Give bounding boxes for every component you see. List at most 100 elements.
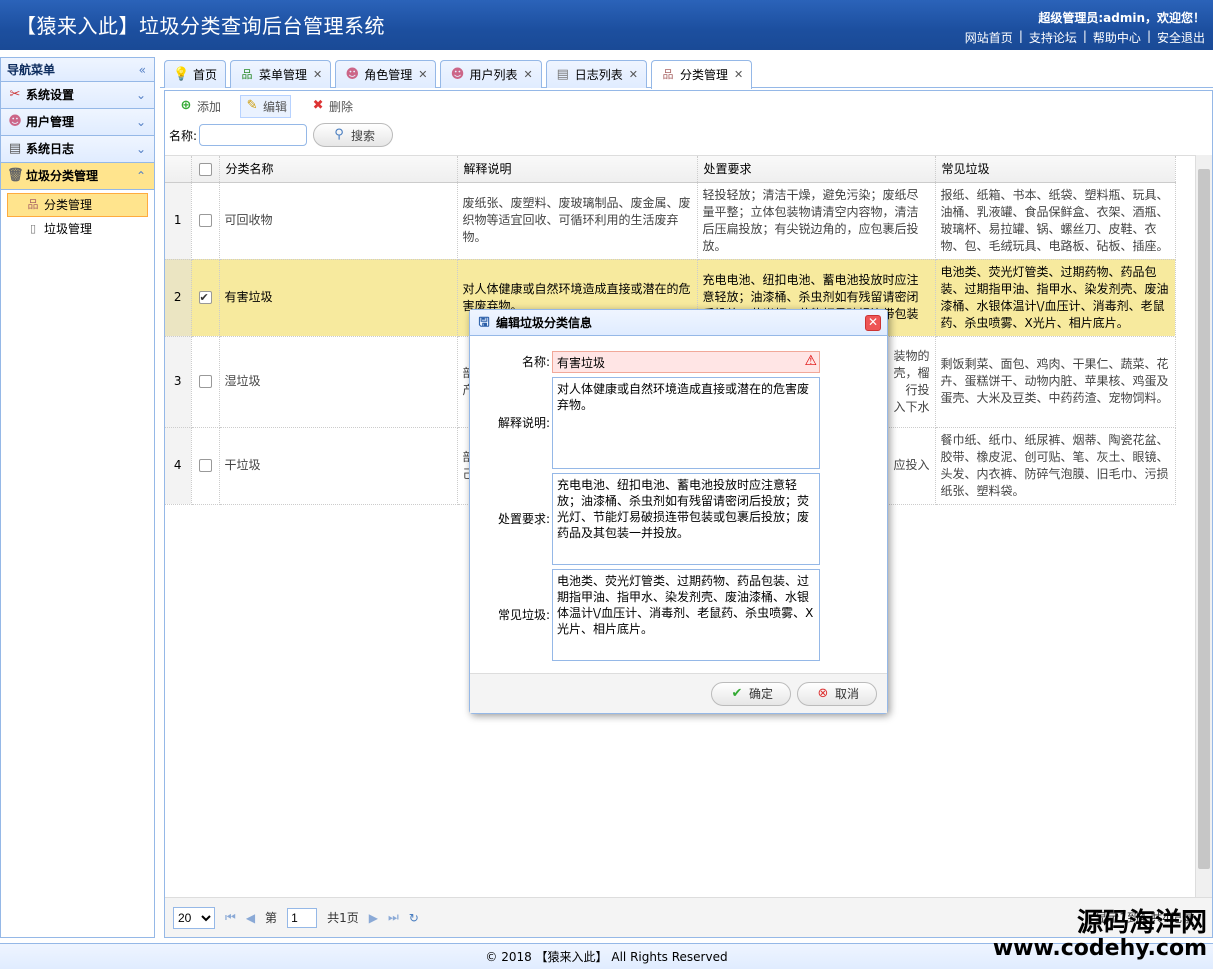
name-field[interactable]: 有害垃圾 ⚠ (552, 351, 820, 373)
total-pages: 共1页 (327, 911, 359, 925)
pencil-icon: ✎ (246, 98, 258, 113)
close-icon[interactable]: ✕ (313, 62, 322, 88)
cell-common: 餐巾纸、纸巾、纸尿裤、烟蒂、陶瓷花盆、胶带、橡皮泥、创可贴、笔、灰土、眼镜、头发… (935, 427, 1176, 505)
link-help[interactable]: 帮助中心 (1093, 29, 1141, 46)
search-button-label: 搜索 (351, 128, 376, 143)
app-title: 【猿来入此】垃圾分类查询后台管理系统 (16, 14, 385, 38)
tab-menu[interactable]: 品菜单管理 ✕ (230, 60, 332, 88)
watermark-line2: www.codehy.com (992, 936, 1207, 961)
req-label: 处置要求: (497, 512, 550, 526)
sidebar-section-label: 垃圾分类管理 (26, 169, 99, 183)
sidebar-section-logs[interactable]: ▤ 系统日志 ⌄ (1, 136, 154, 163)
tab-home[interactable]: 💡 首页 (164, 60, 227, 88)
row-number: 3 (165, 336, 192, 428)
close-icon[interactable]: ✕ (524, 62, 533, 88)
collapse-left-icon[interactable]: « (139, 58, 146, 82)
row-checkbox[interactable] (198, 214, 212, 227)
row-checkbox-cell (191, 427, 220, 505)
edit-button[interactable]: ✎ 编辑 (240, 94, 292, 118)
dialog-titlebar: 🖫 编辑垃圾分类信息 ✕ (470, 310, 887, 336)
cancel-icon: ⊗ (817, 685, 829, 701)
vertical-scrollbar[interactable] (1195, 155, 1212, 897)
sidebar-item-garbage[interactable]: ▯ 垃圾管理 (1, 217, 154, 241)
tab-label: 日志列表 (574, 67, 623, 82)
next-page-icon[interactable]: ▶ (369, 911, 378, 925)
first-page-icon[interactable]: ⏮ (225, 910, 236, 925)
row-checkbox[interactable] (198, 375, 212, 388)
cell-req: 轻投轻放；清洁干燥，避免污染；废纸尽量平整；立体包装物请清空内容物，清洁后压扁投… (697, 182, 936, 260)
page-number-input[interactable] (287, 907, 318, 928)
chevron-down-icon: ⌄ (135, 142, 146, 156)
link-logout[interactable]: 安全退出 (1157, 29, 1205, 46)
sidebar-section-label: 系统设置 (26, 88, 75, 102)
sidebar-section-system[interactable]: ✂ 系统设置 ⌄ (1, 82, 154, 109)
close-icon[interactable]: ✕ (629, 62, 638, 88)
row-number: 2 (165, 259, 192, 337)
last-page-icon[interactable]: ⏭ (388, 910, 399, 925)
link-forum[interactable]: 支持论坛 (1029, 29, 1077, 46)
tab-user-list[interactable]: ☻ 用户列表 ✕ (440, 60, 542, 88)
tab-bar: 💡 首页 品菜单管理 ✕ ☻ 角色管理 ✕ ☻ 用户列表 ✕ ▤ 日志列表 ✕ 品分类管理 ✕ (160, 57, 1213, 89)
page-size-select[interactable]: 20 (173, 906, 215, 929)
tab-category[interactable]: 品分类管理 ✕ (650, 60, 753, 89)
cell-name: 有害垃圾 (219, 259, 458, 337)
ok-button[interactable]: ✔ 确定 (711, 681, 791, 706)
req-textarea[interactable]: 充电电池、纽扣电池、蓄电池投放时应注意轻放；油漆桶、杀虫剂如有残留请密闭后投放；… (552, 473, 820, 565)
refresh-icon[interactable]: ↻ (409, 911, 419, 925)
watermark-line1: 源码海洋网 (1076, 908, 1207, 938)
sidebar-section-trash[interactable]: 🗑 垃圾分类管理 ⌃ (1, 163, 154, 190)
search-button[interactable]: ⚲ 搜索 (313, 123, 394, 147)
close-icon[interactable]: ✕ (418, 62, 427, 88)
scrollbar-thumb[interactable] (1198, 169, 1210, 869)
app-header: 【猿来入此】垃圾分类查询后台管理系统 超级管理员:admin，欢迎您！ 网站首页… (0, 0, 1213, 50)
row-checkbox-cell (191, 259, 220, 337)
row-checkbox[interactable] (198, 459, 212, 472)
rownum-header (165, 156, 192, 183)
close-icon[interactable]: ✕ (734, 62, 743, 88)
delete-icon: ✖ (312, 98, 324, 113)
common-label: 常见垃圾: (497, 608, 550, 622)
edit-category-dialog: 🖫 编辑垃圾分类信息 ✕ 名称: 有害垃圾 ⚠ 解释说明: 对人体健康或自然环境… (469, 309, 888, 714)
desc-textarea[interactable]: 对人体健康或自然环境造成直接或潜在的危害废弃物。 (552, 377, 820, 469)
column-header[interactable]: 解释说明 (457, 156, 698, 183)
chevron-down-icon: ⌄ (135, 88, 146, 102)
search-input[interactable] (199, 124, 308, 146)
cell-desc: 废纸张、废塑料、废玻璃制品、废金属、废织物等适宜回收、可循环利用的生活废弃物。 (457, 182, 698, 260)
tab-label: 用户列表 (469, 67, 518, 82)
delete-button[interactable]: ✖ 删除 (307, 96, 356, 117)
chevron-down-icon: ⌄ (135, 115, 146, 129)
cell-common: 报纸、纸箱、书本、纸袋、塑料瓶、玩具、油桶、乳液罐、食品保鲜盒、衣架、酒瓶、玻璃… (935, 182, 1176, 260)
table-row[interactable]: 1 可回收物 废纸张、废塑料、废玻璃制品、废金属、废织物等适宜回收、可循环利用的… (165, 182, 1176, 260)
sidebar-item-category[interactable]: 品 分类管理 (7, 193, 148, 217)
cell-name: 可回收物 (219, 182, 458, 260)
ok-label: 确定 (748, 687, 773, 701)
sidebar-item-label: 分类管理 (44, 198, 93, 212)
common-textarea[interactable]: 电池类、荧光灯管类、过期药物、药品包装、过期指甲油、指甲水、染发剂壳、废油漆桶、… (552, 569, 820, 661)
plus-icon: ⊕ (180, 98, 192, 113)
sidebar-section-users[interactable]: ☻ 用户管理 ⌄ (1, 109, 154, 136)
cancel-button[interactable]: ⊗ 取消 (797, 681, 877, 706)
desc-label: 解释说明: (497, 416, 550, 430)
link-home[interactable]: 网站首页 (965, 29, 1013, 46)
cancel-label: 取消 (834, 687, 859, 701)
tab-log-list[interactable]: ▤ 日志列表 ✕ (545, 60, 647, 88)
cell-name: 干垃圾 (219, 427, 458, 505)
row-checkbox-cell (191, 336, 220, 428)
add-button[interactable]: ⊕ 添加 (175, 96, 224, 117)
tab-roles[interactable]: ☻ 角色管理 ✕ (335, 60, 437, 88)
column-header[interactable]: 处置要求 (697, 156, 936, 183)
search-label: 名称: (169, 128, 198, 143)
cell-common: 电池类、荧光灯管类、过期药物、药品包装、过期指甲油、指甲水、染发剂壳、废油漆桶、… (935, 259, 1176, 337)
sidebar-title: 导航菜单 (7, 63, 56, 77)
prev-page-icon[interactable]: ◀ (246, 911, 255, 925)
column-header[interactable]: 常见垃圾 (935, 156, 1176, 183)
delete-label: 删除 (329, 99, 354, 114)
log-icon: ▤ (8, 141, 22, 156)
close-icon[interactable]: ✕ (865, 315, 881, 331)
column-header[interactable]: 分类名称 (219, 156, 458, 183)
dialog-title: 编辑垃圾分类信息 (496, 315, 593, 330)
bin-icon: ▯ (29, 222, 37, 235)
select-all-checkbox[interactable] (198, 162, 212, 176)
warning-icon: ⚠ (804, 353, 817, 369)
row-checkbox[interactable] (198, 289, 212, 306)
